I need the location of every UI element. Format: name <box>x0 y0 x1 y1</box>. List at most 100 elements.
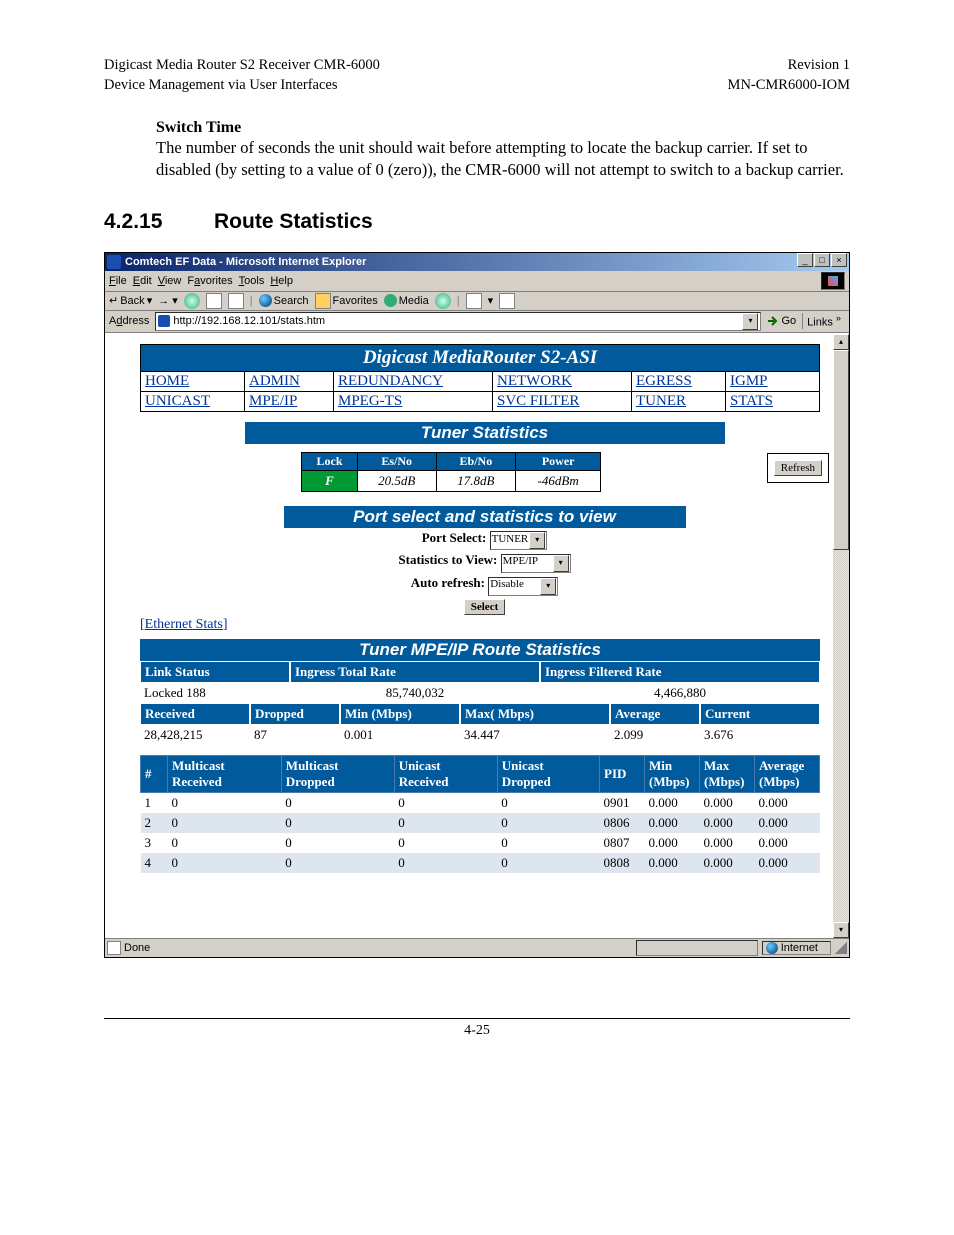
table-cell: 0901 <box>600 792 645 813</box>
port-select-dropdown[interactable]: TUNER▾ <box>490 531 548 550</box>
chevron-down-icon: ▾ <box>553 555 569 572</box>
address-field[interactable]: http://192.168.12.101/stats.htm ▾ <box>155 312 761 331</box>
auto-refresh-dropdown[interactable]: Disable▾ <box>488 577 558 596</box>
back-button[interactable]: ↵ Back ▾ <box>109 294 152 307</box>
search-icon <box>259 294 272 307</box>
table-cell: 0.000 <box>645 813 700 833</box>
links-button[interactable]: Links » <box>802 313 845 329</box>
port-select-label: Port Select: <box>422 530 487 545</box>
mail-icon[interactable] <box>466 293 482 309</box>
status-progress <box>636 940 758 956</box>
table-cell: 0 <box>281 833 394 853</box>
ingress-total-header: Ingress Total Rate <box>290 661 540 683</box>
nav-svcfilter[interactable]: SVC FILTER <box>493 391 632 411</box>
table-cell: 0.000 <box>700 853 755 873</box>
stats-view-label: Statistics to View: <box>398 552 497 567</box>
table-cell: 0 <box>168 853 282 873</box>
ingress-filtered-value: 4,466,880 <box>540 683 820 703</box>
link-status-value: Locked 188 <box>140 683 290 703</box>
scroll-down-icon[interactable]: ▾ <box>833 922 849 938</box>
address-url: http://192.168.12.101/stats.htm <box>173 315 325 327</box>
auto-refresh-label: Auto refresh: <box>411 575 485 590</box>
nav-mpeip[interactable]: MPE/IP <box>245 391 334 411</box>
stats-view-dropdown[interactable]: MPE/IP▾ <box>501 554 571 573</box>
nav-igmp[interactable]: IGMP <box>726 371 820 391</box>
table-cell: 0.000 <box>755 853 820 873</box>
history-icon[interactable] <box>435 293 451 309</box>
select-button[interactable]: Select <box>464 599 505 615</box>
table-cell: 2 <box>141 813 168 833</box>
table-cell: 0 <box>394 853 497 873</box>
table-cell: 0 <box>168 833 282 853</box>
status-bar: Done Internet <box>105 938 849 957</box>
address-label: Address <box>109 315 149 327</box>
link-status-header: Link Status <box>140 661 290 683</box>
forward-button[interactable]: → ▾ <box>158 294 178 307</box>
hdr-l2: Device Management via User Interfaces <box>104 77 338 93</box>
menu-tools[interactable]: Tools <box>239 275 265 287</box>
menu-edit[interactable]: Edit <box>133 275 152 287</box>
tuner-h-lock: Lock <box>302 452 357 470</box>
refresh-icon[interactable] <box>206 293 222 309</box>
hdr-r1: Revision 1 <box>788 57 850 73</box>
menu-bar: File Edit View Favorites Tools Help <box>105 271 849 292</box>
tuner-stats-table: LockEs/NoEb/NoPower F20.5dB17.8dB-46dBm <box>301 452 601 492</box>
scroll-thumb[interactable] <box>833 350 849 550</box>
address-dropdown-icon[interactable]: ▾ <box>742 313 758 330</box>
nav-redundancy[interactable]: REDUNDANCY <box>334 371 493 391</box>
ethernet-stats-link[interactable]: [Ethernet Stats] <box>140 617 829 633</box>
print-icon[interactable] <box>499 293 515 309</box>
pid-h-avg: Average (Mbps) <box>755 755 820 792</box>
menu-favorites[interactable]: Favorites <box>187 275 232 287</box>
nav-unicast[interactable]: UNICAST <box>141 391 245 411</box>
stop-icon[interactable] <box>184 293 200 309</box>
media-button[interactable]: Media <box>384 294 429 307</box>
table-cell: 0 <box>168 813 282 833</box>
table-cell: 0.000 <box>700 833 755 853</box>
section-heading: 4.2.15Route Statistics <box>104 210 850 234</box>
nav-stats[interactable]: STATS <box>726 391 820 411</box>
ingress-total-value: 85,740,032 <box>290 683 540 703</box>
scroll-up-icon[interactable]: ▴ <box>833 334 849 350</box>
page-header: Digicast Media Router S2 Receiver CMR-60… <box>104 56 850 95</box>
maximize-button[interactable]: □ <box>814 253 830 267</box>
pid-h-max: Max (Mbps) <box>700 755 755 792</box>
minimize-button[interactable]: _ <box>797 253 813 267</box>
dropped-value: 87 <box>250 725 340 745</box>
home-icon[interactable] <box>228 293 244 309</box>
table-cell: 0.000 <box>645 853 700 873</box>
table-cell: 1 <box>141 792 168 813</box>
menu-file[interactable]: File <box>109 275 127 287</box>
nav-admin[interactable]: ADMIN <box>245 371 334 391</box>
table-cell: 0.000 <box>700 792 755 813</box>
table-cell: 0808 <box>600 853 645 873</box>
hdr-r2: MN-CMR6000-IOM <box>728 77 850 93</box>
nav-home[interactable]: HOME <box>141 371 245 391</box>
refresh-button[interactable]: Refresh <box>774 460 822 476</box>
table-cell: 0.000 <box>755 833 820 853</box>
avg-value: 2.099 <box>610 725 700 745</box>
table-cell: 0 <box>168 792 282 813</box>
nav-table: Digicast MediaRouter S2-ASI HOME ADMIN R… <box>140 344 820 412</box>
nav-egress[interactable]: EGRESS <box>632 371 726 391</box>
pid-h-min: Min (Mbps) <box>645 755 700 792</box>
tuner-h-power: Power <box>515 452 600 470</box>
resize-grip-icon[interactable] <box>835 942 847 954</box>
favorites-button[interactable]: Favorites <box>315 293 378 309</box>
nav-network[interactable]: NETWORK <box>493 371 632 391</box>
menu-help[interactable]: Help <box>270 275 293 287</box>
close-button[interactable]: × <box>831 253 847 267</box>
menu-view[interactable]: View <box>158 275 182 287</box>
table-cell: 0.000 <box>645 833 700 853</box>
table-cell: 0.000 <box>645 792 700 813</box>
favorites-icon <box>315 293 331 309</box>
go-button[interactable]: Go <box>767 315 796 327</box>
table-cell: 0.000 <box>755 813 820 833</box>
pid-h-pid: PID <box>600 755 645 792</box>
nav-mpegts[interactable]: MPEG-TS <box>334 391 493 411</box>
vertical-scrollbar[interactable]: ▴ ▾ <box>833 334 849 938</box>
avg-header: Average <box>610 703 700 725</box>
search-button[interactable]: Search <box>259 294 309 307</box>
table-cell: 0 <box>281 813 394 833</box>
nav-tuner[interactable]: TUNER <box>632 391 726 411</box>
